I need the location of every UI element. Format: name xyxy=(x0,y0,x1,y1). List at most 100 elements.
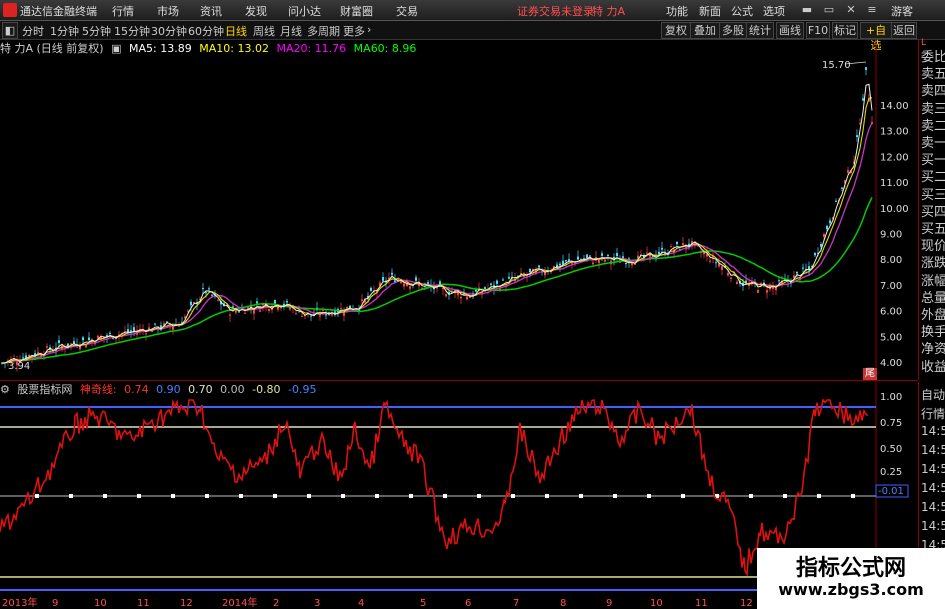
candle-body xyxy=(268,308,270,311)
x-axis-label: 6 xyxy=(465,598,471,609)
candle-body xyxy=(814,252,816,256)
kline-chart[interactable]: 14.00 13.00 12.00 11.00 10.00 9.00 8.00 7.00 6.0… xyxy=(0,0,945,609)
ind-tag-icon[interactable]: 尾 xyxy=(863,368,877,380)
indicator-header: ⚙ 股票指标网 神奇线: 0.74 0.90 0.70 0.00 -0.80 -… xyxy=(0,381,321,396)
side-time-item: 14:50 xyxy=(921,424,945,438)
ma10-line xyxy=(1,97,873,364)
zero-line-dot xyxy=(613,494,617,498)
candle-body xyxy=(796,271,798,274)
candle-body xyxy=(856,135,858,138)
indicator-name[interactable]: 股票指标网 xyxy=(17,383,72,396)
watermark-url: www.zbgs3.com xyxy=(778,580,924,599)
candle-body xyxy=(616,253,618,257)
zero-line-dot xyxy=(545,494,549,498)
candle-body xyxy=(721,266,723,270)
candle-body xyxy=(361,299,363,302)
zero-line-dot xyxy=(171,494,175,498)
price-tick-label: 5.00 xyxy=(880,332,902,343)
high-price-label: 15.70 xyxy=(822,60,851,71)
price-tick-label: 4.00 xyxy=(880,358,902,369)
candle-body xyxy=(736,281,738,285)
ind-value-3: 0.70 xyxy=(188,383,213,396)
zero-line-dot xyxy=(35,494,39,498)
x-axis-label: 8 xyxy=(560,598,566,609)
candle-body xyxy=(823,234,825,237)
candle-body xyxy=(202,288,204,290)
candle-body xyxy=(709,260,711,262)
collapse-icon[interactable]: L xyxy=(921,38,926,48)
x-axis-label: 12 xyxy=(180,598,193,609)
ma20-line xyxy=(1,122,873,364)
side-quote-item: 收益 xyxy=(921,359,945,375)
zero-line-dot xyxy=(477,494,481,498)
zero-line-dot xyxy=(783,494,787,498)
candle-body xyxy=(835,200,837,202)
watermark-title: 指标公式网 xyxy=(795,556,906,581)
candle-body xyxy=(592,262,594,265)
ind-value-6: -0.95 xyxy=(288,383,317,396)
candle-body xyxy=(508,276,510,279)
price-tick-label: 6.00 xyxy=(880,307,902,318)
candle-body xyxy=(559,263,561,266)
zero-line-dot xyxy=(681,494,685,498)
zero-line-dot xyxy=(851,494,855,498)
candle-body xyxy=(82,337,84,341)
candle-body xyxy=(661,247,663,250)
zero-line-dot xyxy=(409,494,413,498)
candle-body xyxy=(682,243,684,246)
candle-body xyxy=(646,252,648,254)
candle-body xyxy=(217,299,219,301)
zero-line-dot xyxy=(205,494,209,498)
candle-body xyxy=(193,302,195,304)
candle-body xyxy=(391,272,393,275)
candle-body xyxy=(133,327,135,331)
candle-body xyxy=(604,259,606,262)
candle-body xyxy=(235,310,237,313)
candle-body xyxy=(310,315,312,317)
settings-icon[interactable]: ⚙ xyxy=(0,383,10,396)
x-axis-label: 3 xyxy=(314,598,320,609)
candle-body xyxy=(109,332,111,334)
x-axis-label: 9 xyxy=(52,598,58,609)
candle-body xyxy=(88,337,90,341)
candle-body xyxy=(730,277,732,279)
x-axis-label: 9 xyxy=(606,598,612,609)
ind-axis-100: 1.00 xyxy=(880,392,902,403)
ma5-line xyxy=(1,83,873,364)
candle-body xyxy=(496,280,498,284)
candle-body xyxy=(370,287,372,291)
magic-line-name: 神奇线: xyxy=(79,383,117,396)
zero-line-dot xyxy=(817,494,821,498)
candle-body xyxy=(631,263,633,266)
candle-body xyxy=(445,294,447,297)
candle-body xyxy=(286,301,288,303)
candle-body xyxy=(865,67,867,70)
candle-body xyxy=(568,259,570,261)
candle-body xyxy=(565,260,567,262)
candle-body xyxy=(589,255,591,257)
candle-body xyxy=(826,225,828,230)
side-time-item: 14:50 xyxy=(921,481,945,495)
zero-line-dot xyxy=(137,494,141,498)
side-time-item: 14:50 xyxy=(921,519,945,533)
zero-line-dot xyxy=(647,494,651,498)
candle-body xyxy=(538,265,540,268)
candle-body xyxy=(529,268,531,273)
candle-body xyxy=(211,294,213,296)
candle-body xyxy=(670,246,672,248)
candle-body xyxy=(205,292,207,294)
candle-body xyxy=(259,310,261,312)
candle-body xyxy=(340,308,342,310)
x-axis-label: 4 xyxy=(358,598,364,609)
candle-body xyxy=(847,170,849,173)
x-axis-label: 2 xyxy=(273,598,279,609)
price-tick-label: 7.00 xyxy=(880,281,902,292)
candle-body xyxy=(862,98,864,101)
candle-body xyxy=(715,262,717,264)
candle-body xyxy=(625,263,627,265)
candle-body xyxy=(253,309,255,314)
zero-line-dot xyxy=(579,494,583,498)
magic-line xyxy=(0,398,869,577)
candle-body xyxy=(190,301,192,306)
price-tick-label: 10.00 xyxy=(880,204,909,215)
